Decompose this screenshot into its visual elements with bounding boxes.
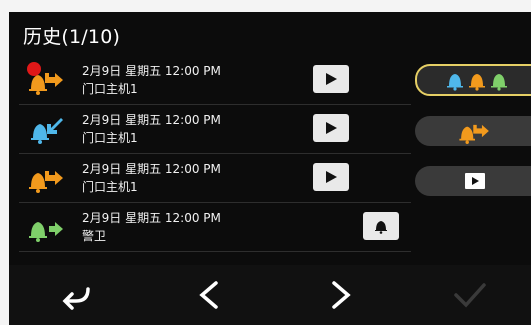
- history-row[interactable]: 2月9日 星期五 12:00 PM 门口主机1: [19, 56, 411, 105]
- record-date: 2月9日 星期五 12:00 PM: [82, 211, 221, 225]
- filter-outgoing-button[interactable]: [415, 116, 531, 146]
- record-date: 2月9日 星期五 12:00 PM: [82, 64, 221, 78]
- previous-icon[interactable]: [190, 277, 230, 313]
- play-icon: [326, 122, 337, 134]
- record-date: 2月9日 星期五 12:00 PM: [82, 113, 221, 127]
- outgoing-call-icon: [29, 171, 63, 193]
- filter-recordings-button[interactable]: [415, 166, 531, 196]
- filter-all-calls-button[interactable]: [415, 64, 531, 96]
- record-source: 门口主机1: [82, 180, 138, 194]
- record-source: 门口主机1: [82, 82, 138, 96]
- history-row[interactable]: 2月9日 星期五 12:00 PM 警卫: [19, 203, 411, 252]
- play-icon: [326, 73, 337, 85]
- confirm-check-icon[interactable]: [450, 277, 490, 313]
- next-icon[interactable]: [320, 277, 360, 313]
- history-screen: 历史(1/10) 2月9日 星期五 12:00 PM 门口主机1 2月9日 星期…: [9, 12, 531, 325]
- record-source: 警卫: [82, 229, 107, 243]
- three-bells-icon: [447, 74, 507, 91]
- record-date: 2月9日 星期五 12:00 PM: [82, 162, 221, 176]
- play-button[interactable]: [313, 163, 349, 191]
- back-icon[interactable]: [58, 277, 98, 313]
- bottom-nav: [9, 265, 531, 325]
- history-row[interactable]: 2月9日 星期五 12:00 PM 门口主机1: [19, 105, 411, 154]
- incoming-call-icon: [31, 118, 63, 144]
- outgoing-call-icon: [29, 73, 63, 95]
- play-icon: [326, 171, 337, 183]
- history-row[interactable]: 2月9日 星期五 12:00 PM 门口主机1: [19, 154, 411, 203]
- guard-call-icon: [29, 222, 63, 242]
- page-title: 历史(1/10): [23, 26, 121, 48]
- play-button[interactable]: [313, 65, 349, 93]
- record-source: 门口主机1: [82, 131, 138, 145]
- play-button[interactable]: [313, 114, 349, 142]
- outgoing-call-icon: [459, 124, 489, 144]
- play-box-icon: [465, 173, 485, 189]
- bell-button[interactable]: [363, 212, 399, 240]
- bell-icon: [375, 221, 387, 234]
